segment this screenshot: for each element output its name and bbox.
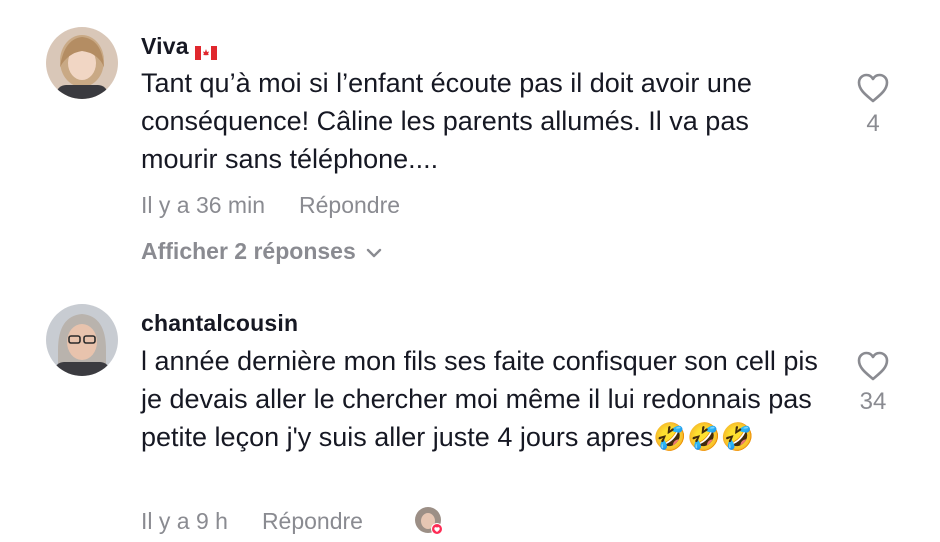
comment-meta: Il y a 9 h Répondre — [141, 508, 363, 535]
user-avatar-icon — [46, 27, 118, 99]
like-button[interactable]: 4 — [843, 72, 903, 138]
chevron-down-icon — [366, 237, 382, 264]
comment-time: Il y a 36 min — [141, 192, 265, 218]
comment-username[interactable]: chantalcousin — [141, 310, 298, 337]
like-count: 4 — [866, 110, 880, 137]
comment-meta: Il y a 36 min Répondre — [141, 192, 400, 219]
heart-icon — [857, 73, 889, 103]
comment-time: Il y a 9 h — [141, 508, 228, 534]
reply-button[interactable]: Répondre — [299, 192, 400, 218]
like-button[interactable]: 34 — [843, 350, 903, 416]
comment-item: chantalcousin l année dernière mon fils … — [0, 290, 940, 542]
avatar[interactable] — [46, 304, 118, 376]
comment-username[interactable]: Viva — [141, 33, 217, 60]
avatar[interactable] — [46, 27, 118, 99]
user-avatar-icon — [46, 304, 118, 376]
reply-button[interactable]: Répondre — [262, 508, 363, 534]
like-count: 34 — [859, 388, 887, 415]
comment-text: l année dernière mon fils ses faite conf… — [141, 346, 818, 452]
heart-icon — [857, 351, 889, 381]
comment-text: Tant qu’à moi si l’enfant écoute pas il … — [141, 68, 752, 174]
creator-liked-avatar-icon — [414, 506, 444, 536]
comment-item: Viva Tant qu’à moi si l’enfant écoute pa… — [0, 0, 940, 290]
view-replies-button[interactable]: Afficher 2 réponses — [141, 238, 382, 266]
canada-flag-icon — [194, 39, 217, 60]
